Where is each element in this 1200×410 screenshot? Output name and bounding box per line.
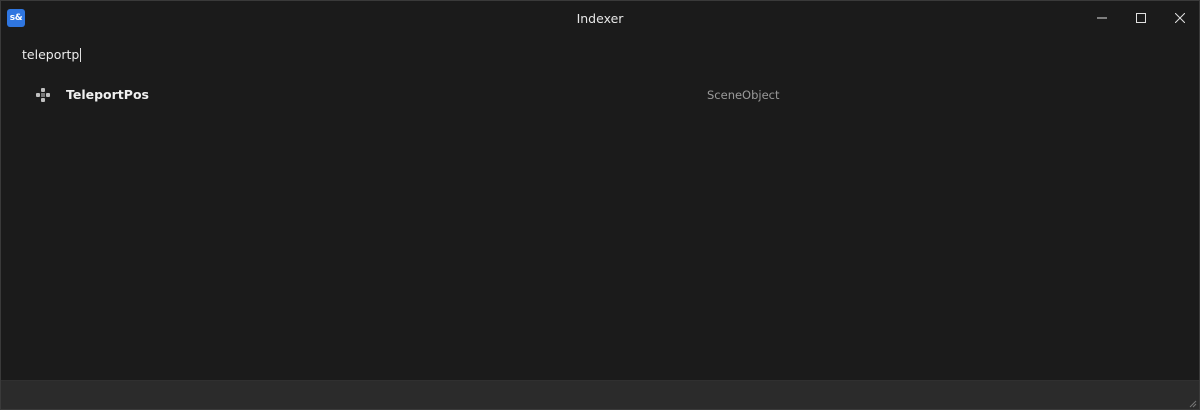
status-bar [1,380,1199,409]
result-type: SceneObject [707,88,780,102]
results-list: TeleportPos SceneObject [1,79,1199,111]
maximize-button[interactable] [1122,1,1160,35]
minimize-button[interactable] [1083,1,1121,35]
close-icon [1175,13,1185,23]
app-logo: s& [7,9,25,27]
gamepad-icon [36,88,50,102]
close-button[interactable] [1161,1,1199,35]
list-item[interactable]: TeleportPos SceneObject [1,79,1199,111]
search-field[interactable]: teleportp [1,35,1199,75]
search-input-value: teleportp [22,47,80,62]
search-input[interactable]: teleportp [22,47,82,62]
text-caret [80,47,82,62]
indexer-window: s& Indexer teleportp TeleportPos SceneOb… [0,0,1200,410]
minimize-icon [1097,17,1107,19]
result-name: TeleportPos [66,87,149,102]
resize-grip-icon[interactable] [1187,398,1197,408]
window-title: Indexer [576,11,624,26]
title-bar[interactable]: s& Indexer [1,1,1199,35]
maximize-icon [1136,13,1146,23]
